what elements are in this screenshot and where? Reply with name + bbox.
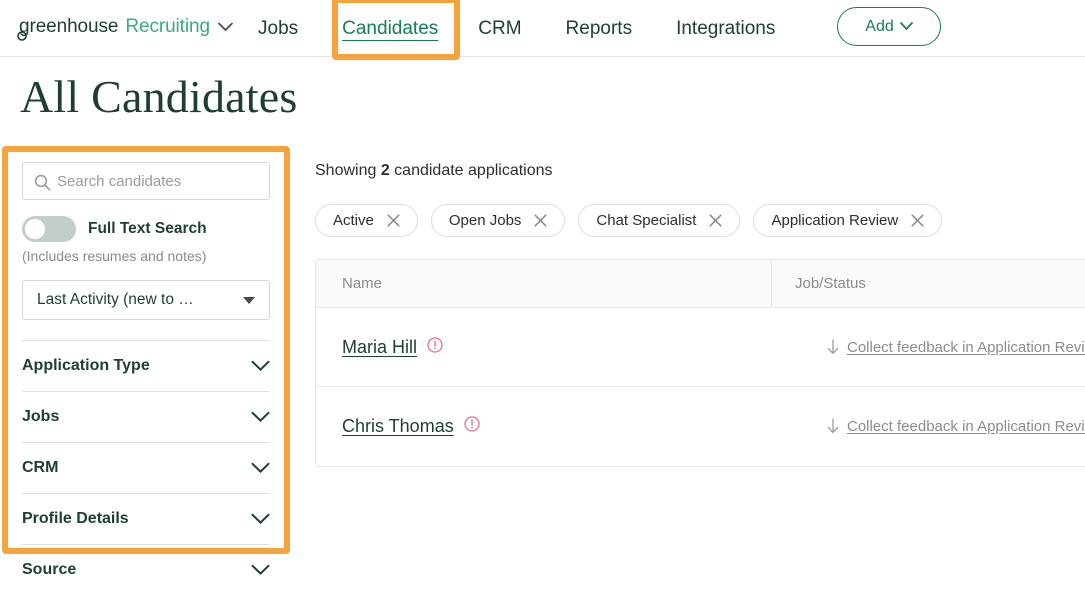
add-button-chevron-down-icon — [900, 22, 913, 31]
results-count-text: Showing 2 candidate applications — [315, 162, 1085, 180]
full-text-search-toggle[interactable] — [22, 216, 76, 242]
nav-link-integrations[interactable]: Integrations — [676, 18, 775, 40]
search-icon — [34, 174, 51, 196]
filter-label: Source — [22, 561, 76, 579]
table-header-row: Name Job/Status — [316, 260, 1085, 308]
app-root: greenhouse Recruiting Jobs Candidates CR… — [0, 0, 1085, 591]
collect-feedback-action[interactable]: Collect feedback in Application Review — [826, 339, 1085, 356]
chevron-down-icon — [251, 564, 270, 576]
chip-label: Open Jobs — [449, 212, 522, 229]
filter-chip-chat-specialist[interactable]: Chat Specialist — [578, 204, 740, 237]
filter-section-profile-details[interactable]: Profile Details — [22, 493, 270, 544]
filter-label: Application Type — [22, 357, 150, 375]
filter-chip-application-review[interactable]: Application Review — [753, 204, 942, 237]
close-icon[interactable] — [534, 214, 547, 227]
chevron-down-icon — [251, 462, 270, 474]
chip-label: Chat Specialist — [596, 212, 696, 229]
filter-label: CRM — [22, 459, 58, 477]
arrow-down-icon — [826, 339, 840, 356]
chevron-down-icon — [251, 360, 270, 372]
candidate-link[interactable]: Maria Hill — [342, 337, 417, 358]
chip-label: Application Review — [771, 212, 898, 229]
nav-link-candidates[interactable]: Candidates — [342, 18, 438, 40]
alert-circle-icon[interactable] — [464, 416, 480, 437]
nav-link-jobs[interactable]: Jobs — [258, 18, 298, 40]
cell-job-status: Collect feedback in Application Review — [771, 308, 1085, 386]
brand-chevron-down-icon[interactable] — [218, 22, 233, 32]
brand-name: greenhouse — [19, 16, 118, 38]
filter-chip-open-jobs[interactable]: Open Jobs — [431, 204, 566, 237]
column-header-name[interactable]: Name — [316, 260, 771, 307]
cell-candidate-name: Chris Thomas — [316, 387, 771, 466]
close-icon[interactable] — [709, 214, 722, 227]
filter-chip-active[interactable]: Active — [315, 204, 418, 237]
search-input[interactable] — [57, 164, 257, 198]
results-suffix: candidate applications — [390, 162, 553, 179]
table-row[interactable]: Chris Thomas Collect feed — [316, 387, 1085, 466]
sort-order-value: Last Activity (new to … — [37, 291, 194, 309]
column-header-job-status[interactable]: Job/Status — [771, 260, 1085, 307]
collect-feedback-label: Collect feedback in Application Review — [847, 418, 1085, 435]
top-navigation-bar: greenhouse Recruiting Jobs Candidates CR… — [0, 0, 1085, 57]
search-candidates-field[interactable] — [22, 162, 270, 200]
add-button[interactable]: Add — [837, 7, 941, 46]
results-prefix: Showing — [315, 162, 381, 179]
toggle-knob — [25, 219, 45, 239]
page-title: All Candidates — [20, 70, 297, 123]
results-count: 2 — [381, 162, 390, 179]
cell-job-status: Collect feedback in Application Review — [771, 387, 1085, 466]
nav-link-crm[interactable]: CRM — [478, 18, 521, 40]
filters-sidebar: Full Text Search (Includes resumes and n… — [22, 162, 270, 591]
close-icon[interactable] — [911, 214, 924, 227]
chevron-down-icon — [251, 411, 270, 423]
brand-logo[interactable]: greenhouse Recruiting — [16, 13, 233, 41]
filter-label: Profile Details — [22, 510, 129, 528]
table-row[interactable]: Maria Hill Collect feedba — [316, 308, 1085, 387]
primary-nav-links: Jobs Candidates CRM Reports Integrations — [258, 0, 819, 57]
full-text-search-label: Full Text Search — [88, 220, 207, 238]
filter-section-application-type[interactable]: Application Type — [22, 340, 270, 391]
candidates-table: Name Job/Status Maria Hill — [315, 259, 1085, 467]
full-text-search-row: Full Text Search — [22, 216, 270, 242]
candidate-link[interactable]: Chris Thomas — [342, 416, 454, 437]
add-button-label: Add — [865, 18, 893, 36]
brand-product: Recruiting — [125, 16, 210, 38]
candidates-main-panel: Showing 2 candidate applications Active … — [315, 162, 1085, 467]
chevron-down-icon — [251, 513, 270, 525]
alert-circle-icon[interactable] — [427, 337, 443, 358]
collect-feedback-action[interactable]: Collect feedback in Application Review — [826, 418, 1085, 435]
chip-label: Active — [333, 212, 374, 229]
filter-label: Jobs — [22, 408, 59, 426]
filter-section-crm[interactable]: CRM — [22, 442, 270, 493]
active-filter-chips: Active Open Jobs Chat Specialist Applica… — [315, 204, 1085, 237]
collect-feedback-label: Collect feedback in Application Review — [847, 339, 1085, 356]
close-icon[interactable] — [387, 214, 400, 227]
filter-accordion-list: Application Type Jobs CRM Profile Detail… — [22, 340, 270, 591]
arrow-down-icon — [826, 418, 840, 435]
cell-candidate-name: Maria Hill — [316, 308, 771, 386]
caret-down-icon — [243, 297, 255, 304]
sort-order-select[interactable]: Last Activity (new to … — [22, 280, 270, 320]
filter-section-jobs[interactable]: Jobs — [22, 391, 270, 442]
full-text-search-sublabel: (Includes resumes and notes) — [22, 248, 270, 264]
filter-section-source[interactable]: Source — [22, 544, 270, 591]
nav-link-reports[interactable]: Reports — [566, 18, 633, 40]
